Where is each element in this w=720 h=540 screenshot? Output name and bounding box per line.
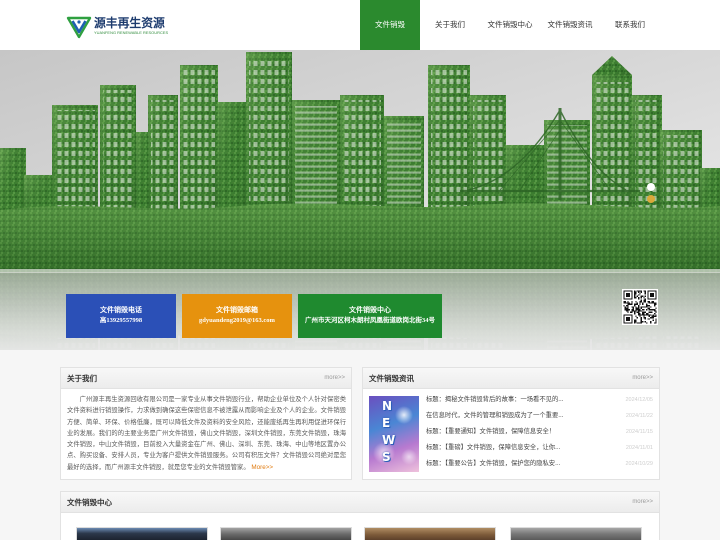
news-item-date: 2024/11/22 bbox=[625, 413, 653, 419]
destruction-center-panel: 文件销毁中心 more>> bbox=[60, 491, 660, 540]
news-item-date: 2024/10/29 bbox=[625, 461, 653, 467]
center-photo-thumbnail[interactable] bbox=[76, 527, 208, 540]
news-image-lettering: NEWS bbox=[382, 399, 396, 464]
news-item-title: 在信息时代，文件的管理和销毁成为了一个重要... bbox=[426, 412, 564, 419]
news-panel-title: 文件销毁资讯 bbox=[369, 374, 414, 383]
contact-phone-value: 高13929557998 bbox=[99, 317, 143, 324]
news-item-title: 标题：揭秘文件销毁背后的故事：一场看不见的... bbox=[426, 396, 564, 403]
logo-text: 源丰再生资源 YUANFENG RENEWABLE RESOURCES bbox=[94, 16, 168, 36]
nav-item-file-destruction[interactable]: 文件销毁 bbox=[360, 0, 420, 50]
about-panel-header: 关于我们 more>> bbox=[61, 368, 351, 389]
nav-item-destruction-center[interactable]: 文件销毁中心 bbox=[480, 0, 540, 50]
contact-address-title: 文件销毁中心 bbox=[349, 307, 391, 314]
main-nav: 文件销毁 关于我们 文件销毁中心 文件销毁资讯 联系我们 bbox=[360, 0, 660, 50]
nav-item-about[interactable]: 关于我们 bbox=[420, 0, 480, 50]
contact-address-value: 广州市天河区柯木朗村凤凰街道欧岗北街34号 bbox=[305, 317, 435, 324]
logo-title: 源丰再生资源 bbox=[94, 16, 165, 30]
center-photo-thumbnail[interactable] bbox=[510, 527, 642, 540]
news-list: 标题：揭秘文件销毁背后的故事：一场看不见的... 2024/12/05 在信息时… bbox=[426, 392, 653, 472]
about-more-link[interactable]: more>> bbox=[324, 368, 345, 389]
news-item[interactable]: 标题：【重要公告】文件销毁，保护您的隐私安... 2024/10/29 bbox=[426, 456, 653, 472]
nav-item-news[interactable]: 文件销毁资讯 bbox=[540, 0, 600, 50]
about-description: 广州源丰再生资源回收有限公司是一家专业从事文件销毁行业，帮助企业单位及个人针对保… bbox=[67, 394, 346, 473]
about-panel: 关于我们 more>> 广州源丰再生资源回收有限公司是一家专业从事文件销毁行业，… bbox=[60, 367, 352, 480]
center-photo-thumbnail[interactable] bbox=[364, 527, 496, 540]
logo-subtitle: YUANFENG RENEWABLE RESOURCES bbox=[94, 30, 169, 35]
slide-dot-2[interactable] bbox=[647, 195, 655, 203]
about-more-inline-link[interactable]: More>> bbox=[251, 464, 273, 471]
logo[interactable]: 源丰再生资源 YUANFENG RENEWABLE RESOURCES bbox=[66, 12, 168, 40]
contact-email-value: gdyuandeng2019@163.com bbox=[199, 317, 275, 324]
news-item-title: 标题：【重要公告】文件销毁，保护您的隐私安... bbox=[426, 460, 561, 467]
center-panel-title: 文件销毁中心 bbox=[67, 498, 112, 507]
nav-item-contact[interactable]: 联系我们 bbox=[600, 0, 660, 50]
center-more-link[interactable]: more>> bbox=[632, 492, 653, 513]
news-item-title: 标题：【重要通知】文件销毁，保障信息安全！ bbox=[426, 428, 556, 435]
contact-box-address[interactable]: 文件销毁中心 广州市天河区柯木朗村凤凰街道欧岗北街34号 bbox=[298, 294, 442, 338]
contact-email-title: 文件销毁邮箱 bbox=[216, 307, 258, 314]
slider-dots bbox=[647, 183, 655, 207]
qr-code-icon bbox=[622, 289, 658, 325]
news-panel: 文件销毁资讯 more>> NEWS 标题：揭秘文件销毁背后的故事：一场看不见的… bbox=[362, 367, 660, 480]
contact-phone-title: 文件销毁电话 bbox=[100, 307, 142, 314]
news-item-title: 标题：【重磅】文件销毁，保障信息安全，让你... bbox=[426, 444, 561, 451]
center-photo-thumbnail[interactable] bbox=[220, 527, 352, 540]
news-image[interactable]: NEWS bbox=[369, 396, 419, 472]
contact-box-phone[interactable]: 文件销毁电话 高13929557998 bbox=[66, 294, 176, 338]
news-item[interactable]: 标题：揭秘文件销毁背后的故事：一场看不见的... 2024/12/05 bbox=[426, 392, 653, 408]
news-item-date: 2024/11/01 bbox=[625, 445, 653, 451]
about-panel-title: 关于我们 bbox=[67, 374, 97, 383]
page: 源丰再生资源 YUANFENG RENEWABLE RESOURCES 文件销毁… bbox=[0, 0, 720, 540]
news-item-date: 2024/12/05 bbox=[625, 397, 653, 403]
news-more-link[interactable]: more>> bbox=[632, 368, 653, 389]
news-item[interactable]: 标题：【重要通知】文件销毁，保障信息安全！ 2024/11/15 bbox=[426, 424, 653, 440]
site-header: 源丰再生资源 YUANFENG RENEWABLE RESOURCES 文件销毁… bbox=[0, 0, 720, 50]
contact-box-email[interactable]: 文件销毁邮箱 gdyuandeng2019@163.com bbox=[182, 294, 292, 338]
news-item-date: 2024/11/15 bbox=[625, 429, 653, 435]
news-item[interactable]: 在信息时代，文件的管理和销毁成为了一个重要... 2024/11/22 bbox=[426, 408, 653, 424]
news-item[interactable]: 标题：【重磅】文件销毁，保障信息安全，让你... 2024/11/01 bbox=[426, 440, 653, 456]
slide-dot-1[interactable] bbox=[647, 183, 655, 191]
center-panel-header: 文件销毁中心 more>> bbox=[61, 492, 659, 513]
recycle-triangle-icon bbox=[66, 16, 92, 39]
news-panel-header: 文件销毁资讯 more>> bbox=[363, 368, 659, 389]
about-text: 广州源丰再生资源回收有限公司是一家专业从事文件销毁行业，帮助企业单位及个人针对保… bbox=[67, 396, 346, 471]
hero-banner: 文件销毁电话 高13929557998 文件销毁邮箱 gdyuandeng201… bbox=[0, 50, 720, 350]
